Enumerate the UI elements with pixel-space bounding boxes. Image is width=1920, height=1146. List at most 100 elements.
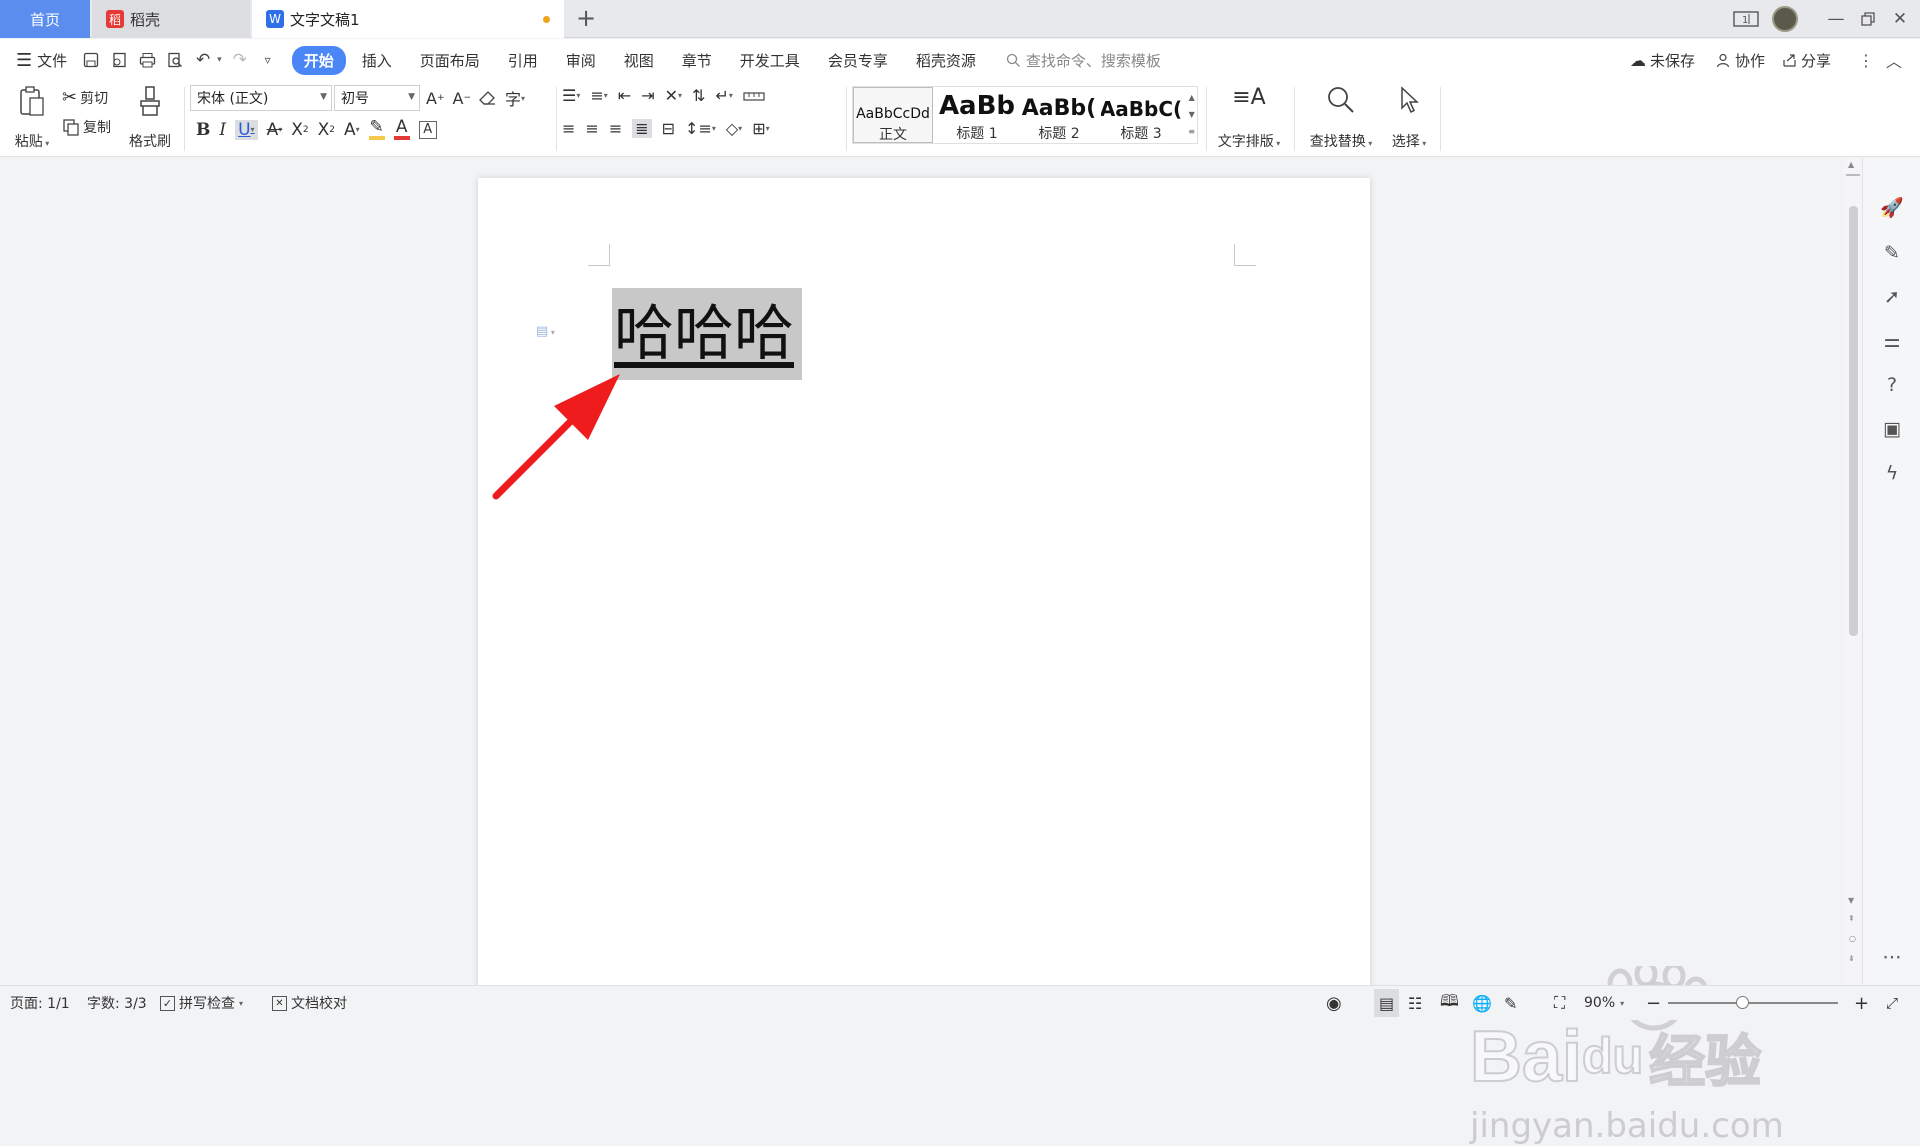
ribbon-tab[interactable]: 审阅 bbox=[554, 50, 608, 71]
fit-page-icon[interactable]: ⛶ bbox=[1554, 986, 1565, 1020]
ribbon-tab[interactable]: 引用 bbox=[496, 50, 550, 71]
zoom-slider-thumb[interactable] bbox=[1736, 996, 1749, 1009]
char-border-icon[interactable]: A bbox=[418, 120, 437, 139]
underline-icon[interactable]: U ▾ bbox=[235, 119, 258, 140]
borders-icon[interactable]: ⊞ ▾ bbox=[752, 119, 769, 138]
style-heading-1[interactable]: AaBb 标题 1 bbox=[937, 87, 1017, 143]
export-pdf-icon[interactable] bbox=[107, 48, 131, 72]
browse-object-icon[interactable]: ○ bbox=[1849, 934, 1856, 943]
increase-indent-icon[interactable]: ⇥ bbox=[641, 86, 654, 105]
more-options-icon[interactable]: ⋮ bbox=[1858, 51, 1874, 70]
chinese-layout-icon[interactable]: ✕ ▾ bbox=[665, 86, 682, 105]
command-search[interactable]: 查找命令、搜索模板 bbox=[1006, 50, 1161, 71]
font-size-select[interactable]: 初号 ▼ bbox=[334, 85, 420, 111]
new-tab-plus-icon[interactable]: + bbox=[576, 4, 596, 32]
ribbon-tab[interactable]: 会员专享 bbox=[816, 50, 900, 71]
sliders-icon[interactable]: ⚌ bbox=[1877, 326, 1907, 356]
scroll-up-icon[interactable]: ▲ bbox=[1848, 160, 1854, 169]
shading-icon[interactable]: ◇ ▾ bbox=[726, 119, 742, 138]
strikethrough-icon[interactable]: A ▾ bbox=[267, 120, 283, 140]
user-avatar[interactable] bbox=[1768, 0, 1802, 38]
clear-format-icon[interactable] bbox=[479, 90, 497, 106]
subscript-icon[interactable]: X2 bbox=[318, 120, 335, 140]
ribbon-tab[interactable]: 稻壳资源 bbox=[904, 50, 988, 71]
tab-daoke[interactable]: 稻 稻壳 bbox=[92, 0, 250, 38]
undo-dropdown-icon[interactable]: ▾ bbox=[217, 55, 222, 65]
help-icon[interactable]: ? bbox=[1877, 370, 1907, 400]
customize-toolbar-icon[interactable]: ▿ bbox=[256, 48, 280, 72]
print-icon[interactable] bbox=[135, 48, 159, 72]
ribbon-tab[interactable]: 视图 bbox=[612, 50, 666, 71]
spell-check-toggle[interactable]: ✓ 拼写检查 ▾ bbox=[160, 986, 243, 1020]
distributed-icon[interactable]: ⊟ bbox=[662, 119, 675, 138]
collapse-ribbon-icon[interactable]: ︿ bbox=[1886, 48, 1902, 72]
redo-icon[interactable]: ↷ bbox=[228, 48, 252, 72]
write-mode-icon[interactable]: ✎ bbox=[1504, 986, 1517, 1020]
print-preview-icon[interactable] bbox=[163, 48, 187, 72]
highlight-color-icon[interactable]: ✎ bbox=[368, 119, 385, 140]
unsaved-button[interactable]: ☁ 未保存 bbox=[1630, 50, 1695, 71]
scrollbar-thumb[interactable] bbox=[1849, 206, 1858, 636]
vertical-scrollbar[interactable]: ▲ ▼ ⇞ ○ ⇟ bbox=[1844, 158, 1862, 984]
ribbon-tab[interactable]: 开始 bbox=[291, 45, 346, 75]
scroll-down-icon[interactable]: ▼ bbox=[1848, 896, 1854, 905]
zoom-out-icon[interactable]: − bbox=[1646, 986, 1661, 1020]
ribbon-tab[interactable]: 开发工具 bbox=[728, 50, 812, 71]
ribbon-tab[interactable]: 插入 bbox=[350, 50, 404, 71]
style-heading-3[interactable]: AaBbC( 标题 3 bbox=[1101, 87, 1181, 143]
fullscreen-icon[interactable]: ⤢ bbox=[1886, 986, 1898, 1020]
line-spacing-icon[interactable]: ↕≡ ▾ bbox=[685, 119, 716, 138]
save-icon[interactable] bbox=[79, 48, 103, 72]
text-effect-icon[interactable]: A ▾ bbox=[344, 120, 360, 140]
reading-view-icon[interactable]: 🕮 bbox=[1440, 986, 1459, 1020]
sidebar-more-icon[interactable]: ⋯ bbox=[1877, 942, 1907, 972]
ribbon-tab[interactable]: 章节 bbox=[670, 50, 724, 71]
bullet-list-icon[interactable]: ☰ ▾ bbox=[562, 86, 580, 105]
page-counter[interactable]: 页面: 1/1 bbox=[10, 986, 70, 1020]
text-layout-button[interactable]: ≡A 文字排版 ▾ bbox=[1212, 85, 1286, 151]
web-view-icon[interactable]: 🌐 bbox=[1472, 986, 1492, 1020]
sort-icon[interactable]: ⇅ bbox=[692, 86, 705, 105]
cut-button[interactable]: ✂ 剪切 bbox=[62, 87, 108, 108]
copy-button[interactable]: 复制 bbox=[62, 117, 111, 137]
close-button[interactable]: ✕ bbox=[1882, 0, 1918, 38]
bold-icon[interactable]: B bbox=[196, 120, 210, 140]
style-heading-2[interactable]: AaBb( 标题 2 bbox=[1019, 87, 1099, 143]
page-view-icon[interactable]: ▤ bbox=[1374, 989, 1400, 1017]
collab-button[interactable]: 协作 bbox=[1716, 50, 1765, 71]
eye-protection-icon[interactable]: ◉ bbox=[1326, 986, 1342, 1020]
document-page[interactable]: ▤ ▾ 哈哈哈 bbox=[478, 178, 1370, 998]
paste-button[interactable]: 粘贴 ▾ bbox=[12, 85, 52, 151]
prev-page-icon[interactable]: ⇞ bbox=[1848, 914, 1855, 923]
restore-button[interactable] bbox=[1850, 0, 1886, 38]
cursor-icon[interactable]: ➚ bbox=[1877, 282, 1907, 312]
superscript-icon[interactable]: X2 bbox=[291, 120, 308, 140]
pen-edit-icon[interactable]: ✎ bbox=[1877, 238, 1907, 268]
phonetic-guide-icon[interactable]: 字 ▾ bbox=[505, 86, 525, 110]
decrease-indent-icon[interactable]: ⇤ bbox=[618, 86, 631, 105]
ribbon-tab[interactable]: 页面布局 bbox=[408, 50, 492, 71]
select-button[interactable]: 选择 ▾ bbox=[1384, 85, 1434, 151]
align-left-icon[interactable]: ≡ bbox=[562, 119, 575, 138]
ruler-icon[interactable] bbox=[743, 90, 765, 102]
lightning-icon[interactable]: ϟ bbox=[1877, 458, 1907, 488]
outline-view-icon[interactable]: ☷ bbox=[1408, 986, 1422, 1020]
style-gallery-scroll[interactable]: ▲ ▼ ≡ bbox=[1188, 89, 1195, 140]
word-count[interactable]: 字数: 3/3 bbox=[87, 986, 147, 1020]
italic-icon[interactable]: I bbox=[219, 120, 226, 140]
align-right-icon[interactable]: ≡ bbox=[609, 119, 622, 138]
next-page-icon[interactable]: ⇟ bbox=[1848, 954, 1855, 963]
zoom-in-icon[interactable]: + bbox=[1854, 986, 1869, 1020]
share-button[interactable]: 分享 bbox=[1782, 50, 1831, 71]
tab-home[interactable]: 首页 bbox=[0, 0, 90, 38]
shrink-font-icon[interactable]: A − bbox=[453, 89, 472, 108]
file-menu[interactable]: ☰ 文件 bbox=[16, 50, 77, 71]
font-name-select[interactable]: 宋体 (正文) ▼ bbox=[190, 85, 332, 111]
font-color-icon[interactable]: A bbox=[393, 119, 410, 140]
style-normal[interactable]: AaBbCcDd 正文 bbox=[853, 87, 933, 143]
grow-font-icon[interactable]: A + bbox=[426, 89, 445, 108]
justify-icon[interactable]: ≣ bbox=[632, 119, 652, 138]
zoom-slider-track[interactable] bbox=[1668, 1002, 1838, 1004]
align-center-icon[interactable]: ≡ bbox=[585, 119, 598, 138]
numbered-list-icon[interactable]: ≡ ▾ bbox=[590, 86, 607, 105]
